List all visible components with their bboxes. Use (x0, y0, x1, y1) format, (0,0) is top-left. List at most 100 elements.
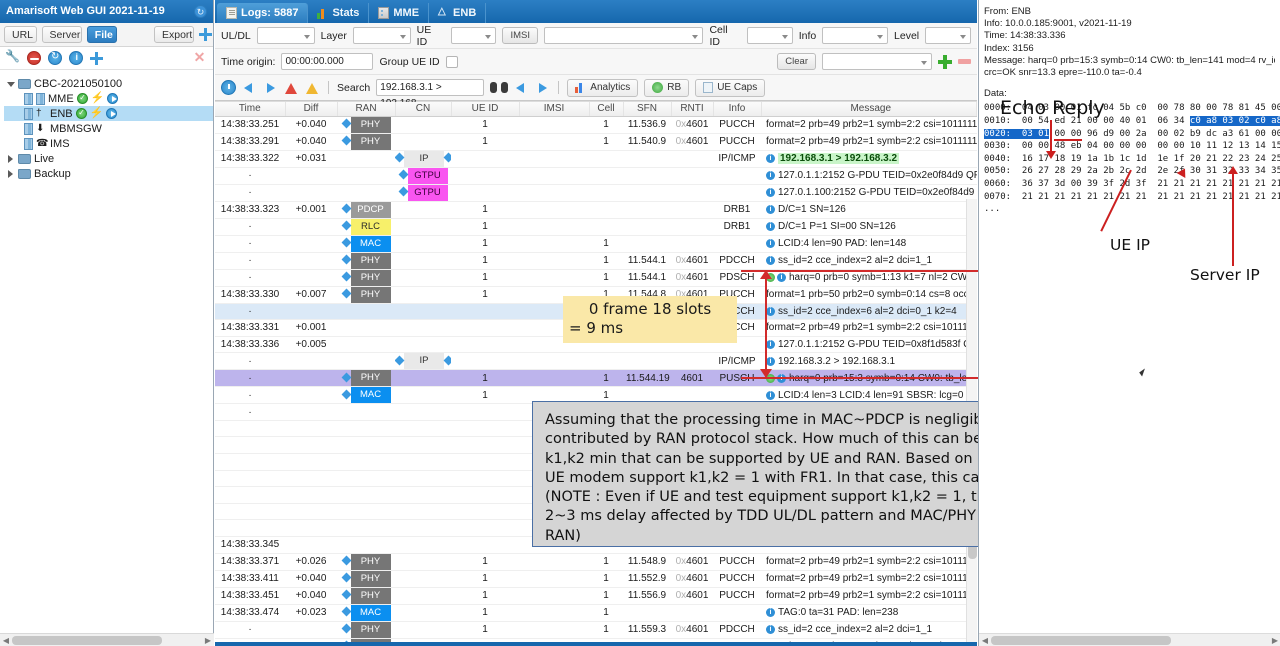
imsi-select[interactable] (543, 27, 704, 44)
cell-id-select[interactable] (746, 27, 793, 44)
scroll-right-icon[interactable]: ▶ (1270, 636, 1280, 645)
ul-dl-select[interactable] (256, 27, 315, 44)
info-select[interactable] (822, 27, 889, 44)
ue-id-select[interactable] (450, 27, 497, 44)
export-button[interactable]: Export (153, 26, 194, 43)
col-imsi[interactable]: IMSI (519, 102, 590, 117)
cell-imsi (519, 604, 589, 622)
scroll-left-icon[interactable]: ◀ (1, 636, 11, 645)
table-row[interactable]: · MAC 1 1 i LCID:4 len=90 PAD: len=148 (215, 235, 977, 253)
col-rnti[interactable]: RNTI (671, 102, 714, 117)
detail-index: Index: 3156 (984, 42, 1034, 54)
rb-button[interactable]: RB (644, 78, 690, 97)
refresh-icon[interactable]: ↻ (194, 5, 207, 18)
server-button[interactable]: Server (41, 26, 82, 43)
prev-match-icon[interactable] (514, 80, 529, 95)
hex-dump[interactable]: 0000: 04 03 00 01 fc 04 5b c0 00 78 80 0… (979, 102, 1280, 215)
cell-message: i127.0.1.1:2152 G-PDU TEID=0x8f1d583f QF… (761, 336, 977, 354)
table-row[interactable]: 14:38:33.251 +0.040 PHY 1 1 11.536.9 0x4601 PUC… (215, 116, 977, 134)
scroll-left-icon[interactable]: ◀ (980, 636, 990, 645)
clear-button[interactable]: Clear (777, 53, 816, 70)
scrollbar-thumb[interactable] (991, 636, 1171, 645)
scroll-right-icon[interactable]: ▶ (203, 636, 213, 645)
search-input[interactable]: 192.168.3.1 > 192.168. (376, 79, 485, 109)
cell-time (215, 453, 285, 471)
chevron-right-icon[interactable] (6, 154, 15, 163)
tab-enb[interactable]: ENB (429, 3, 487, 23)
table-row[interactable]: · PHY 1 1 11.544.1 0x4601 PDSCH i harq=0 prb=0 s… (215, 269, 977, 287)
hex-line: 0030: 00 00 48 eb 04 00 00 00 00 00 10 1… (984, 141, 1280, 152)
ue-caps-button[interactable]: UE Caps (695, 78, 766, 97)
table-row[interactable]: · IP IP/ICMP i 192.168.3.2 > 192.168.3.1 (215, 352, 977, 371)
next-icon[interactable] (263, 80, 278, 95)
col-cell[interactable]: Cell (589, 102, 624, 117)
col-time[interactable]: Time (215, 102, 286, 117)
time-origin-input[interactable]: 00:00:00.000 (281, 53, 374, 70)
scrollbar-thumb[interactable] (12, 636, 162, 645)
table-row[interactable]: 14:38:33.411 +0.040 PHY 1 1 11.552.9 0x4601 PUC… (215, 570, 977, 588)
table-row[interactable]: 14:38:33.291 +0.040 PHY 1 1 11.540.9 0x4601 PUC… (215, 133, 977, 151)
add-icon[interactable] (90, 51, 103, 65)
preset-select[interactable] (822, 53, 932, 70)
cell-rnti (671, 235, 713, 253)
table-row[interactable]: 14:38:33.371 +0.026 PHY 1 1 11.548.9 0x4601 PUC… (215, 553, 977, 571)
table-row[interactable]: · RLC 1 DRB1 i D/C=1 P=1 SI=00 SN=126 (215, 218, 977, 236)
play-icon[interactable] (107, 93, 119, 104)
analytics-button[interactable]: Analytics (567, 78, 639, 97)
refresh-icon[interactable] (48, 51, 62, 65)
hex-line: 0070: 21 21 21 21 21 21 21 21 21 21 21 2… (984, 191, 1280, 202)
left-horizontal-scrollbar[interactable]: ◀ ▶ (0, 633, 214, 646)
play-icon[interactable] (106, 108, 118, 119)
binoculars-icon[interactable] (490, 80, 509, 95)
table-row[interactable]: 14:38:33.323 +0.001 PDCP 1 DRB1 i D/C=1 SN=126 (215, 201, 977, 219)
table-row[interactable]: · GTPU i 127.0.1.1:2152 G-PDU TEID=0x2e0f84… (215, 167, 977, 185)
col-message[interactable]: Message (761, 102, 977, 117)
tab-mme[interactable]: MME (369, 3, 430, 23)
table-row[interactable]: · PHY 1 1 11.559.3 0x4601 PDCCH i ss_id=2 cce_in… (215, 621, 977, 639)
stop-icon[interactable] (27, 51, 41, 65)
tree-item-live[interactable]: Live (4, 151, 213, 166)
tree-item-cbc[interactable]: CBC-2021050100 (4, 76, 213, 91)
file-button[interactable]: File (86, 26, 117, 43)
level-select[interactable] (925, 27, 971, 44)
col-cn[interactable]: CN (395, 102, 452, 117)
next-match-icon[interactable] (535, 80, 550, 95)
warning-icon[interactable] (305, 81, 320, 95)
col-ue-id[interactable]: UE ID (451, 102, 520, 117)
url-button[interactable]: URL (4, 26, 37, 43)
close-icon[interactable]: ✕ (193, 50, 206, 64)
tree-item-ims[interactable]: ☎ IMS (4, 136, 213, 151)
table-row[interactable]: 14:38:33.474 +0.023 MAC 1 1 i TAG:0 ta=31 PAD:… (215, 604, 977, 622)
tree-item-mme[interactable]: MME ⚡ (4, 91, 213, 106)
chevron-down-icon[interactable] (6, 79, 15, 88)
table-row[interactable]: · PHY 1 1 11.544.1 0x4601 PDCCH i ss_id=2 cce_in… (215, 252, 977, 270)
tree-item-enb[interactable]: † ENB ⚡ (4, 106, 213, 121)
tab-stats[interactable]: Stats (308, 3, 370, 23)
log-table-container[interactable]: Time Diff RAN CN UE ID IMSI Cell SFN RNT… (215, 102, 977, 646)
group-ue-id-checkbox[interactable] (445, 55, 458, 68)
chevron-right-icon[interactable] (6, 169, 15, 178)
table-row[interactable]: 14:38:33.451 +0.040 PHY 1 1 11.556.9 0x4601 PUC… (215, 587, 977, 605)
cell-message: i ss_id=2 cce_index=6 al=2 dci=0_1 k2=4 (761, 303, 977, 321)
tree-item-backup[interactable]: Backup (4, 166, 213, 181)
minus-icon[interactable] (958, 59, 971, 64)
plus-icon[interactable] (938, 54, 952, 69)
add-icon[interactable] (198, 28, 213, 41)
prev-icon[interactable] (242, 80, 257, 95)
col-ran[interactable]: RAN (337, 102, 396, 117)
layer-select[interactable] (352, 27, 411, 44)
imsi-button[interactable]: IMSI (502, 27, 538, 44)
info-icon[interactable] (69, 51, 83, 65)
col-sfn[interactable]: SFN (623, 102, 672, 117)
detail-horizontal-scrollbar[interactable]: ◀ ▶ (979, 633, 1280, 646)
table-row[interactable]: · GTPU i 127.0.1.100:2152 G-PDU TEID=0x2e0f… (215, 184, 977, 202)
wrench-icon[interactable] (5, 49, 20, 65)
table-row[interactable]: 14:38:33.322 +0.031 IP IP/ICMP i 192.168.3.1 … (215, 150, 977, 168)
clock-icon[interactable] (221, 80, 236, 95)
col-info[interactable]: Info (713, 102, 762, 117)
tab-logs[interactable]: Logs: 5887 (217, 3, 309, 23)
error-icon[interactable] (284, 81, 299, 95)
col-diff[interactable]: Diff (285, 102, 338, 117)
connector-icon (341, 573, 351, 583)
tree-item-mbmsgw[interactable]: ⬇ MBMSGW (4, 121, 213, 136)
